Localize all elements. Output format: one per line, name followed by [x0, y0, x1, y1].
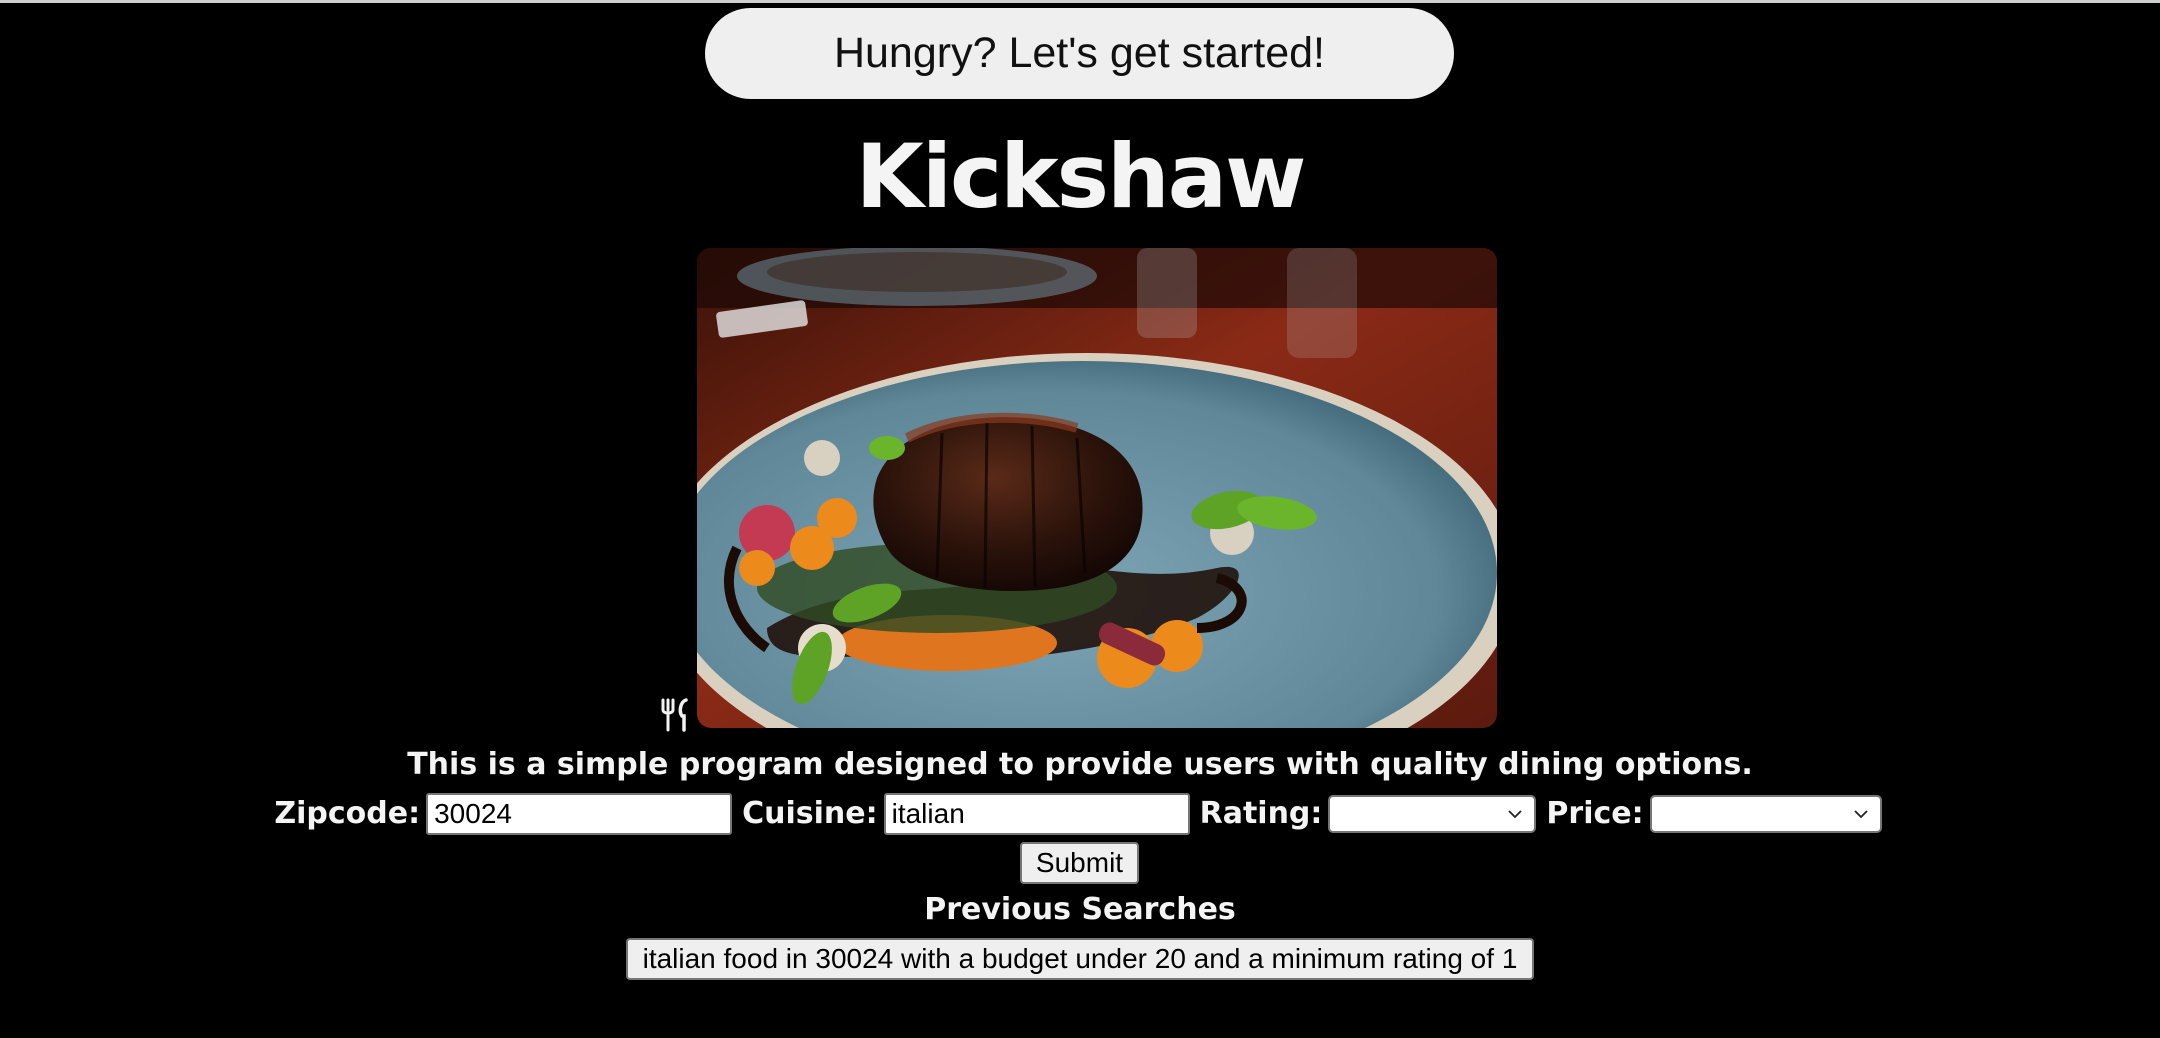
submit-button[interactable]: Submit [1020, 842, 1139, 884]
rating-select[interactable] [1328, 795, 1537, 833]
app-title: Kickshaw [855, 125, 1307, 228]
utensils-icon-glyph [661, 698, 688, 732]
get-started-button[interactable]: Hungry? Let's get started! [705, 8, 1454, 99]
cuisine-label: Cuisine: [742, 796, 878, 831]
tagline: This is a simple program designed to pro… [407, 747, 1753, 782]
top-border [0, 0, 2160, 3]
utensils-icon [660, 698, 692, 732]
zipcode-label: Zipcode: [274, 796, 421, 831]
food-photo [697, 248, 1497, 728]
food-photo-illustration [697, 248, 1497, 728]
chevron-down-icon [1853, 810, 1868, 819]
chevron-down-icon [1508, 810, 1523, 819]
previous-search-item[interactable]: italian food in 30024 with a budget unde… [626, 938, 1534, 980]
zipcode-input[interactable] [426, 793, 733, 835]
previous-searches-heading: Previous Searches [924, 892, 1236, 927]
cuisine-input[interactable] [883, 793, 1190, 835]
price-label: Price: [1546, 796, 1644, 831]
search-form: Zipcode: Cuisine: Rating: Price: [0, 792, 2160, 836]
price-select[interactable] [1649, 795, 1882, 833]
rating-label: Rating: [1199, 796, 1323, 831]
